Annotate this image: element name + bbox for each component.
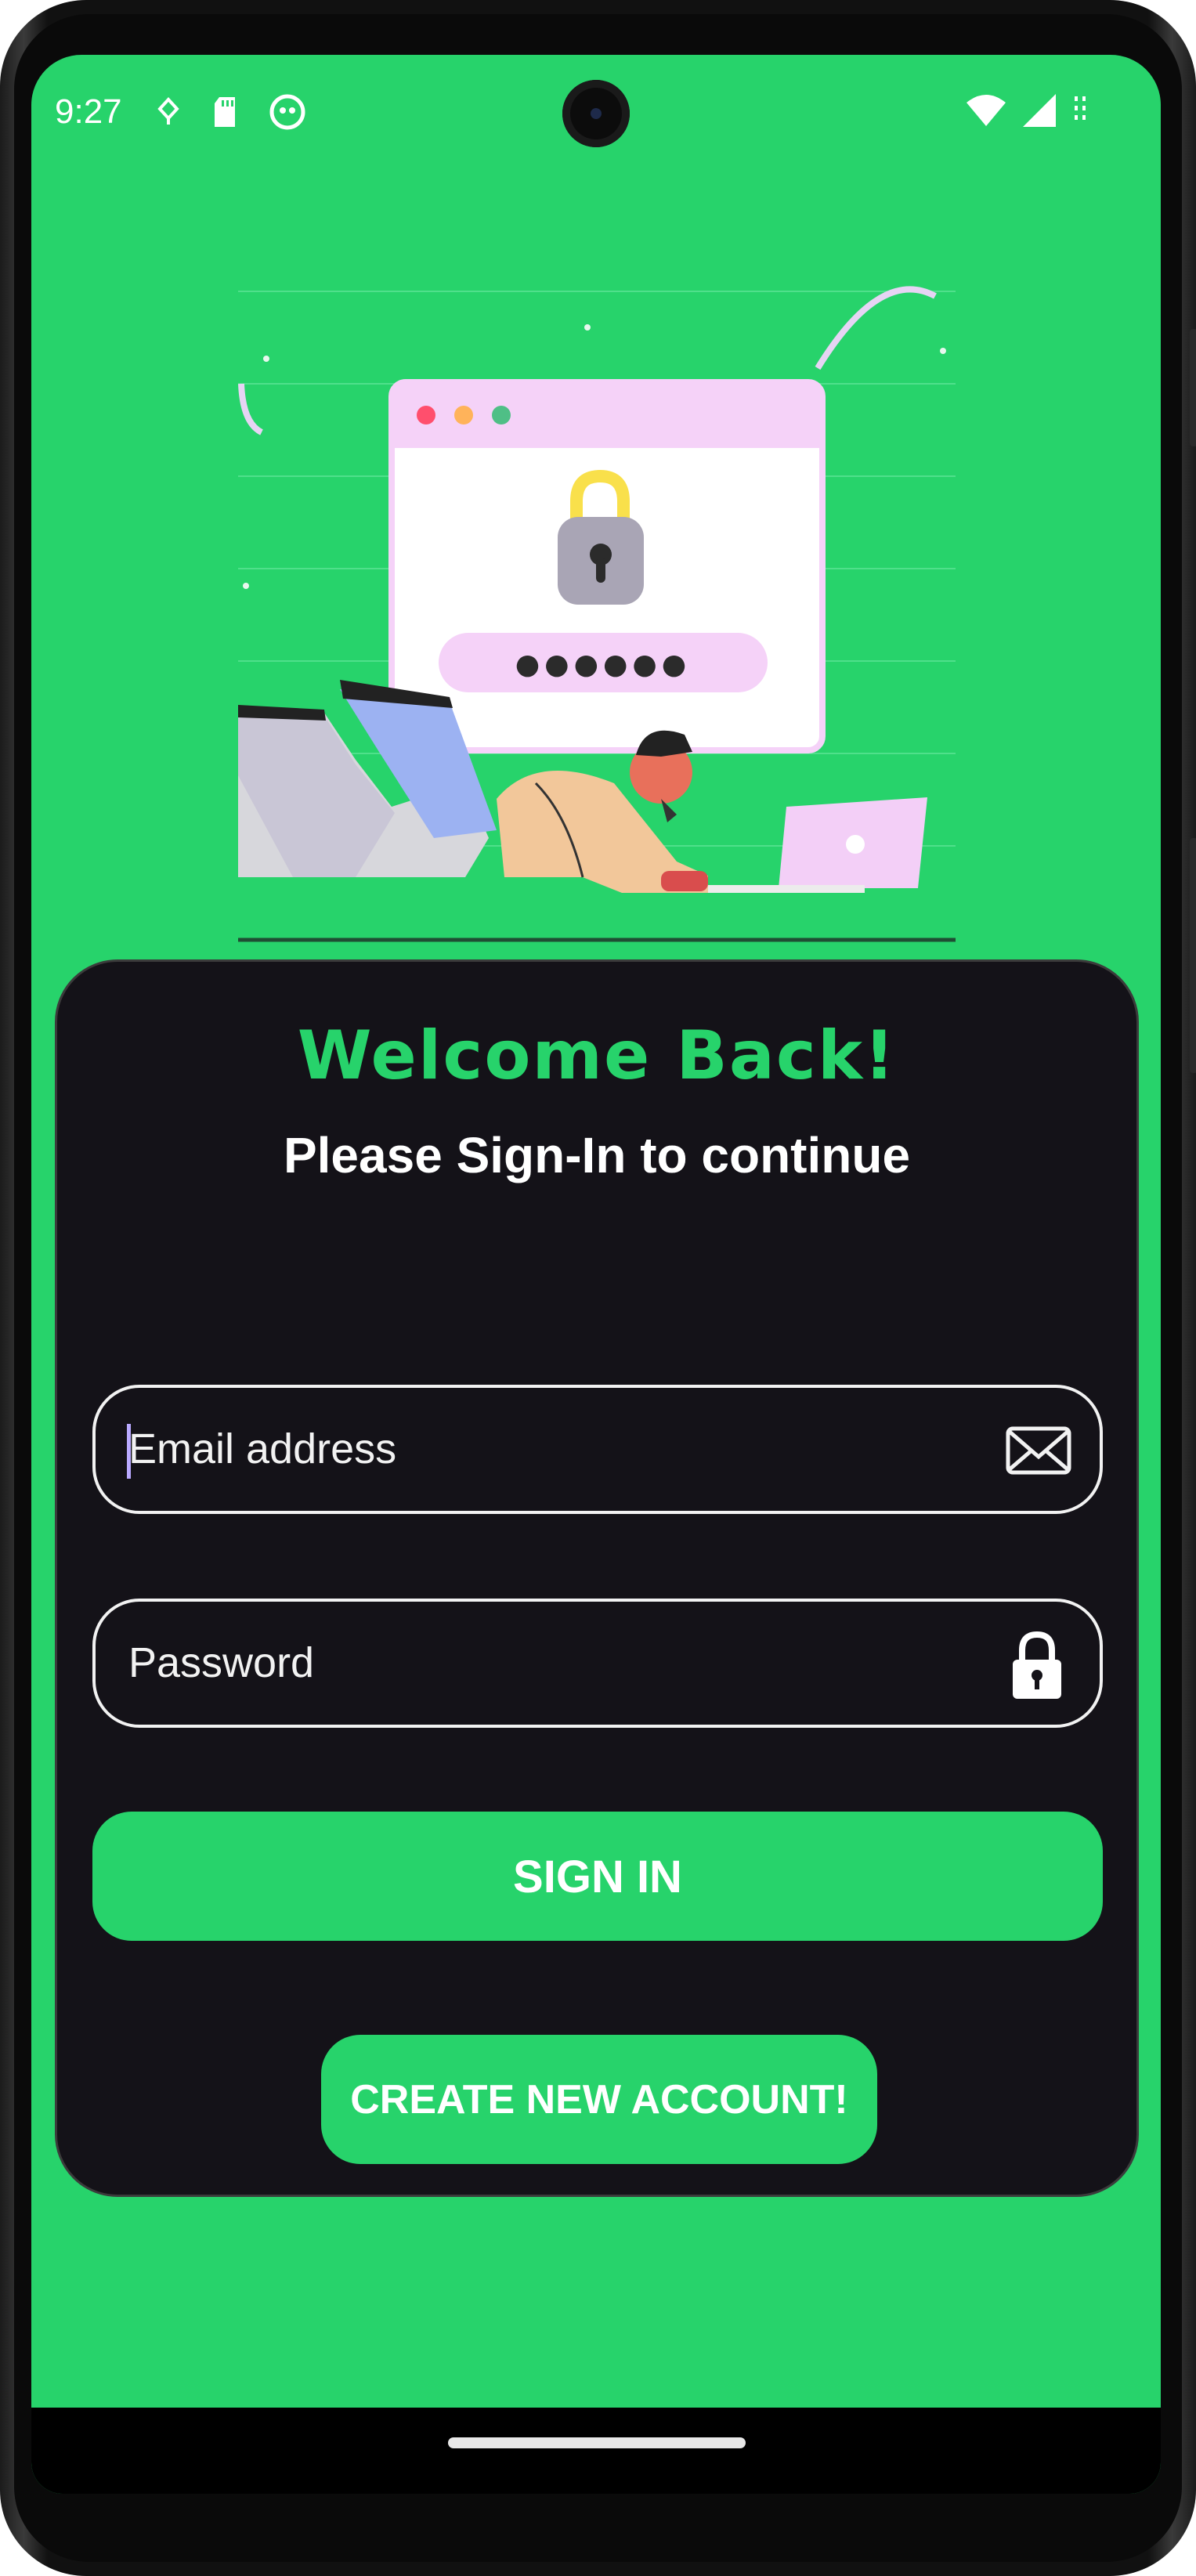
home-gesture-handle[interactable] [448, 2437, 746, 2448]
status-right-icons [965, 92, 1090, 128]
volume-button [1190, 329, 1196, 446]
app-icon [269, 94, 305, 130]
phone-frame: 9:27 ●●●●●● Welcome Back! Please Sign-In… [0, 0, 1196, 2576]
create-account-button[interactable]: CREATE NEW ACCOUNT! [321, 2035, 877, 2164]
page-subtitle: Please Sign-In to continue [283, 1127, 911, 1183]
password-dots: ●●●●●● [515, 649, 691, 681]
page-title: Welcome Back! [297, 1017, 897, 1095]
password-field[interactable]: Password [92, 1599, 1103, 1728]
status-bar: 9:27 [31, 55, 1161, 172]
lock-icon [1013, 1631, 1061, 1699]
browser-window: ●●●●●● [388, 379, 826, 753]
screen: 9:27 ●●●●●● Welcome Back! Please Sign-In… [31, 55, 1161, 2494]
password-placeholder: Password [128, 1639, 315, 1686]
signal-icon [1023, 94, 1056, 127]
navigation-bar [31, 2408, 1161, 2494]
wifi-icon [967, 95, 1006, 126]
notification-icon [157, 97, 179, 125]
battery-icon [1075, 96, 1086, 120]
sd-card-icon [215, 97, 235, 127]
status-time: 9:27 [55, 92, 122, 131]
mail-icon [1006, 1426, 1071, 1475]
front-camera [562, 80, 630, 147]
login-card: Welcome Back! Please Sign-In to continue… [55, 959, 1139, 2197]
status-left-icons [157, 94, 305, 130]
login-illustration: ●●●●●● [238, 286, 956, 942]
email-field[interactable]: Email address [92, 1385, 1103, 1514]
power-button [1190, 838, 1196, 1073]
sign-in-button[interactable]: SIGN IN [92, 1812, 1103, 1941]
email-placeholder: Email address [128, 1425, 397, 1472]
